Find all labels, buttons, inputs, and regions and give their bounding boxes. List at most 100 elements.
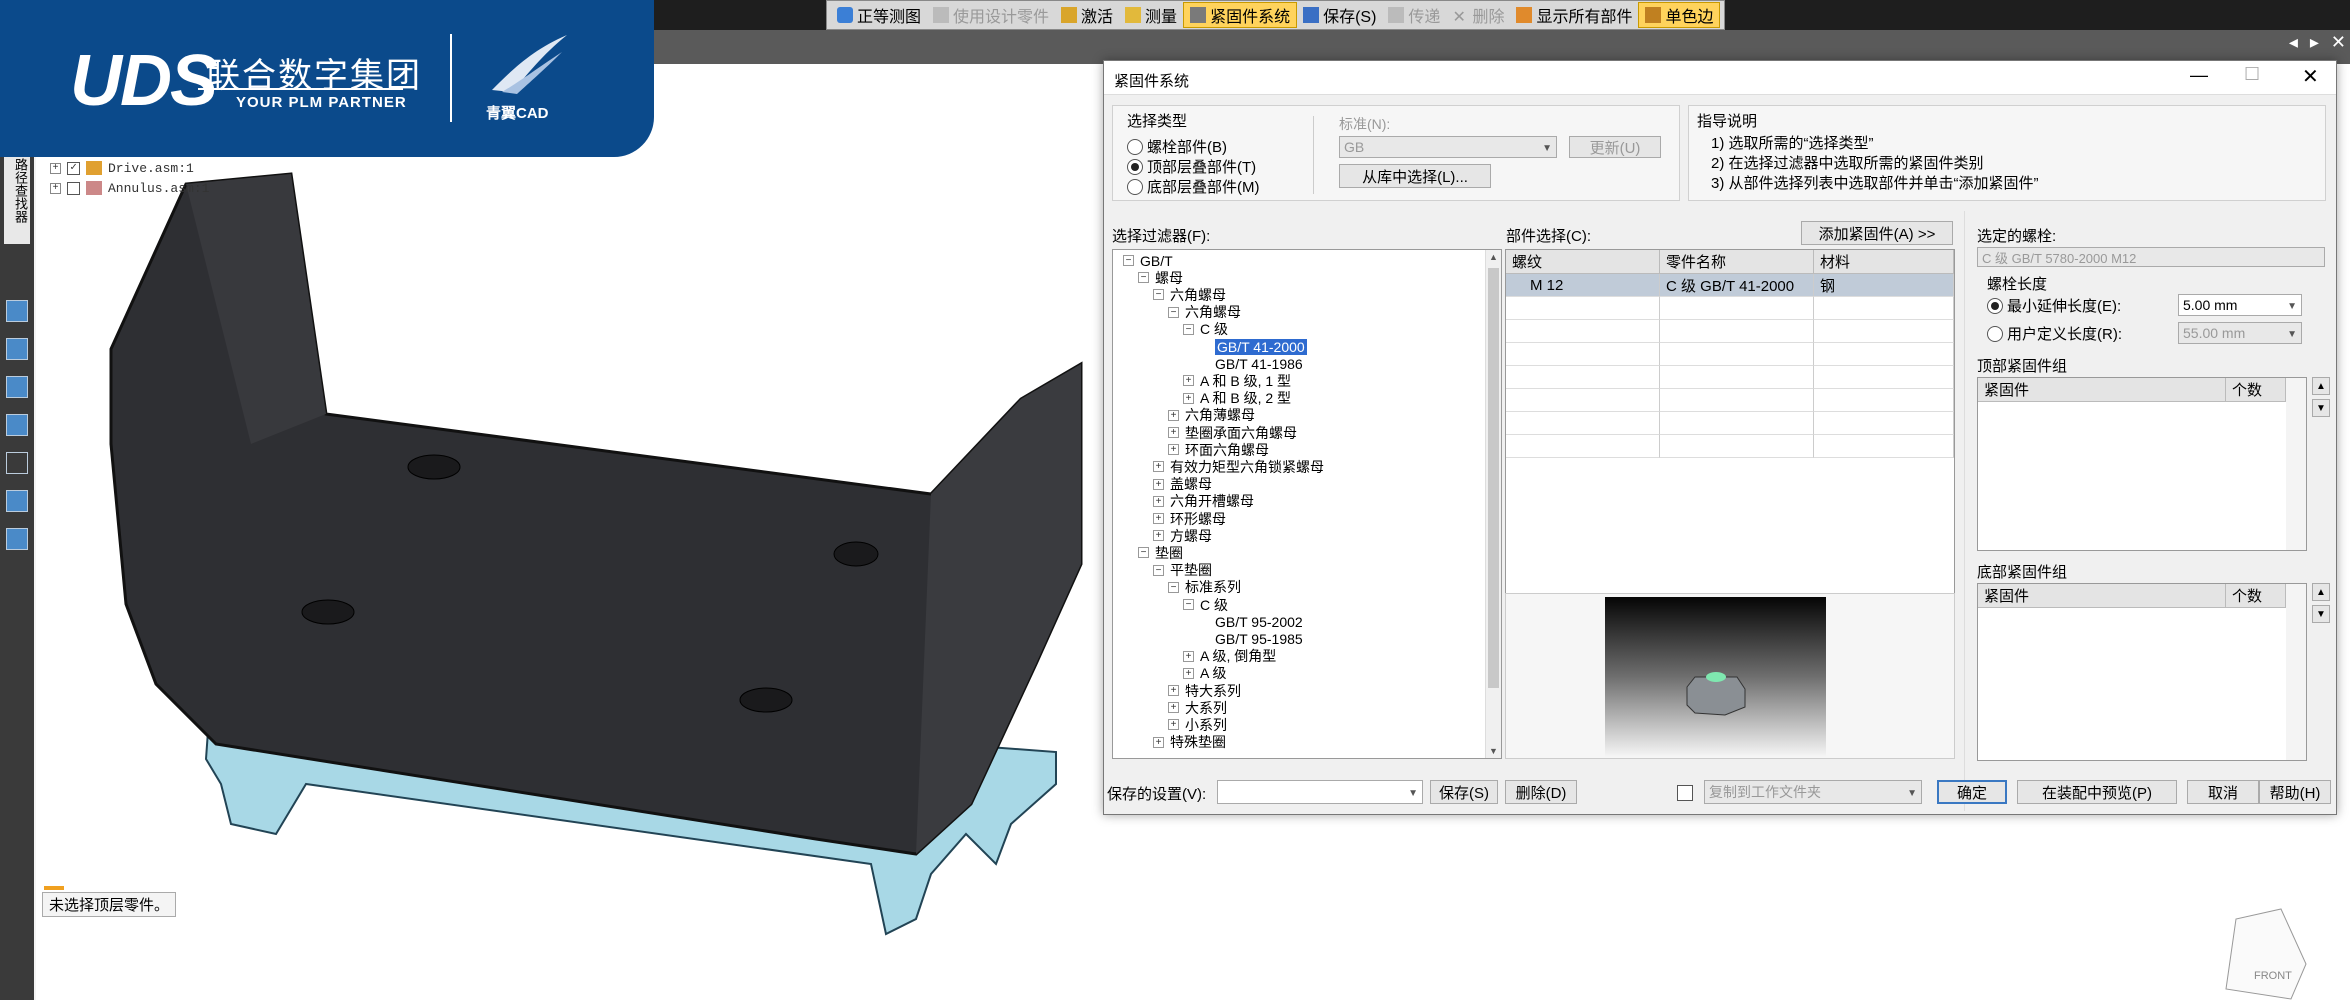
expand-icon[interactable]: +	[1183, 375, 1194, 387]
filter-tree-node[interactable]: − 平垫圈	[1153, 562, 1212, 579]
radio-user-length[interactable]: 用户定义长度(R):	[1987, 323, 2122, 344]
close-icon[interactable]: ✕	[2331, 32, 2346, 53]
column-header-thread[interactable]: 螺纹	[1506, 250, 1660, 274]
filter-tree-scrollbar[interactable]: ▲ ▼	[1485, 250, 1501, 758]
filter-tree-node[interactable]: + 环形螺母	[1153, 510, 1226, 527]
collapse-icon[interactable]: −	[1168, 306, 1179, 318]
filter-tree-node[interactable]: + 六角薄螺母	[1168, 407, 1255, 424]
toolbar-isometric[interactable]: 正等测图	[831, 2, 927, 28]
radio-button[interactable]	[1127, 138, 1143, 155]
move-down-icon[interactable]: ▼	[2312, 605, 2330, 623]
delete-settings-button[interactable]: 删除(D)	[1505, 780, 1577, 804]
toolbar-monochrome-edges[interactable]: 单色边	[1638, 2, 1721, 28]
radio-button[interactable]	[1127, 158, 1143, 175]
collapse-icon[interactable]: −	[1153, 289, 1164, 301]
filter-tree-node[interactable]: GB/T 41-2000	[1198, 338, 1307, 355]
filter-tree-node[interactable]: + 环面六角螺母	[1168, 441, 1269, 458]
filter-tree-node[interactable]: + 特殊垫圈	[1153, 734, 1226, 751]
toolbar-show-all-parts[interactable]: 显示所有部件	[1510, 2, 1638, 28]
add-fastener-button[interactable]: 添加紧固件(A) >>	[1801, 221, 1953, 245]
min-length-select[interactable]: 5.00 mm ▼	[2178, 294, 2302, 316]
column-header-fastener[interactable]: 紧固件	[1978, 584, 2226, 608]
expand-icon[interactable]: +	[1168, 444, 1179, 456]
filter-tree-node[interactable]: + 小系列	[1168, 716, 1227, 733]
save-settings-button[interactable]: 保存(S)	[1430, 780, 1498, 804]
expand-icon[interactable]: +	[1153, 478, 1164, 490]
filter-tree-node[interactable]: + 方螺母	[1153, 527, 1212, 544]
column-header-count[interactable]: 个数	[2226, 378, 2286, 402]
filter-tree-node[interactable]: − C 级	[1183, 321, 1228, 338]
copy-to-work-folder-checkbox[interactable]	[1677, 785, 1693, 801]
features-icon[interactable]	[6, 490, 28, 512]
pathfinder-tab[interactable]: 路径查找器	[4, 154, 30, 244]
library-icon[interactable]	[6, 376, 28, 398]
filter-tree-node[interactable]: GB/T 95-2002	[1198, 613, 1303, 630]
expand-icon[interactable]: +	[50, 182, 61, 194]
filter-tree-node[interactable]: − 标准系列	[1168, 579, 1241, 596]
collapse-icon[interactable]: −	[1138, 272, 1149, 284]
filter-tree-node[interactable]: GB/T 95-1985	[1198, 630, 1303, 647]
scroll-up-icon[interactable]: ▲	[1489, 252, 1498, 262]
expand-icon[interactable]: +	[1168, 685, 1179, 696]
table-row-thread[interactable]: M 12	[1506, 274, 1660, 297]
filter-tree-node[interactable]: + 特大系列	[1168, 682, 1241, 699]
collapse-icon[interactable]: −	[1168, 581, 1179, 593]
tree-item-annulus[interactable]: + Annulus.asm:1	[50, 178, 209, 198]
expand-icon[interactable]: +	[1168, 427, 1179, 438]
grid-icon[interactable]	[6, 452, 28, 474]
expand-icon[interactable]: +	[1183, 650, 1194, 662]
expand-icon[interactable]: +	[1153, 461, 1164, 473]
move-up-icon[interactable]: ▲	[2312, 583, 2330, 601]
layers-icon[interactable]	[6, 338, 28, 360]
radio-button[interactable]	[1987, 297, 2003, 314]
filter-tree[interactable]: − GB/T − 螺母 − 六角螺母 − 六角螺母 − C 级 GB/T 41-2000 GB/T 4…	[1112, 249, 1502, 759]
move-down-icon[interactable]: ▼	[2312, 399, 2330, 417]
table-row-material[interactable]: 钢	[1814, 274, 1954, 297]
help-icon[interactable]	[6, 414, 28, 436]
radio-bottom-stack-part[interactable]: 底部层叠部件(M)	[1127, 176, 1260, 197]
collapse-icon[interactable]: −	[1183, 323, 1194, 335]
filter-tree-node[interactable]: − 垫圈	[1138, 544, 1183, 561]
column-header-count[interactable]: 个数	[2226, 584, 2286, 608]
expand-icon[interactable]: +	[1153, 495, 1164, 507]
cancel-button[interactable]: 取消	[2187, 780, 2259, 804]
dialog-close-icon[interactable]: ✕	[2302, 64, 2319, 89]
properties-icon[interactable]	[6, 300, 28, 322]
radio-bolt-part[interactable]: 螺栓部件(B)	[1127, 136, 1227, 157]
filter-tree-node[interactable]: − GB/T	[1123, 252, 1173, 269]
table-row-part-name[interactable]: C 级 GB/T 41-2000	[1660, 274, 1814, 297]
collapse-icon[interactable]: −	[1183, 599, 1194, 610]
column-header-fastener[interactable]: 紧固件	[1978, 378, 2226, 402]
filter-tree-node[interactable]: + A 和 B 级, 1 型	[1183, 372, 1291, 389]
move-up-icon[interactable]: ▲	[2312, 377, 2330, 395]
collapse-icon[interactable]: −	[1153, 564, 1164, 576]
radio-button[interactable]	[1127, 178, 1143, 195]
filter-tree-node[interactable]: − 六角螺母	[1168, 304, 1241, 321]
filter-tree-node[interactable]: − C 级	[1183, 596, 1228, 613]
filter-tree-node[interactable]: + 有效力矩型六角锁紧螺母	[1153, 458, 1324, 475]
radio-top-stack-part[interactable]: 顶部层叠部件(T)	[1127, 156, 1256, 177]
collapse-icon[interactable]: −	[1138, 547, 1149, 559]
scroll-down-icon[interactable]: ▼	[1489, 746, 1498, 756]
minimize-icon[interactable]: —	[2190, 65, 2208, 86]
collapse-icon[interactable]: −	[1123, 255, 1134, 266]
expand-icon[interactable]: +	[1168, 719, 1179, 731]
filter-tree-node[interactable]: + A 和 B 级, 2 型	[1183, 390, 1291, 407]
preview-in-assembly-button[interactable]: 在装配中预览(P)	[2017, 780, 2177, 804]
expand-icon[interactable]: +	[1153, 530, 1164, 542]
filter-tree-node[interactable]: GB/T 41-1986	[1198, 355, 1303, 372]
help-button[interactable]: 帮助(H)	[2259, 780, 2331, 804]
radio-min-extension[interactable]: 最小延伸长度(E):	[1987, 295, 2121, 316]
filter-tree-node[interactable]: − 六角螺母	[1153, 286, 1226, 303]
toolbar-measure[interactable]: 测量	[1119, 2, 1183, 28]
tree-item-drive[interactable]: + ✓ Drive.asm:1	[50, 158, 209, 178]
column-header-material[interactable]: 材料	[1814, 250, 1954, 274]
filter-tree-node[interactable]: + 大系列	[1168, 699, 1227, 716]
scroll-left-icon[interactable]: ◂	[2289, 32, 2298, 53]
filter-tree-node[interactable]: + 盖螺母	[1153, 476, 1212, 493]
ok-button[interactable]: 确定	[1937, 780, 2007, 804]
toolbar-fastener-system[interactable]: 紧固件系统	[1183, 2, 1298, 28]
expand-icon[interactable]: +	[1168, 702, 1179, 714]
scroll-right-icon[interactable]: ▸	[2310, 32, 2319, 53]
filter-tree-node[interactable]: + A 级, 倒角型	[1183, 648, 1276, 665]
